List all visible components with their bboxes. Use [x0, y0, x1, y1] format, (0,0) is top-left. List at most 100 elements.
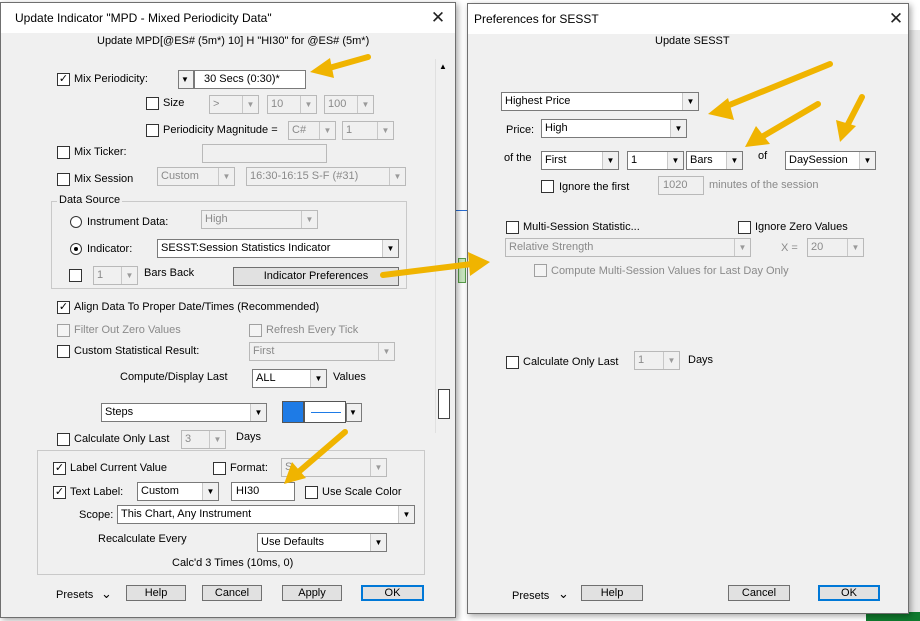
format-label: Format: [230, 462, 268, 474]
text-label-mode-select[interactable]: Custom ▼ [137, 482, 219, 501]
mix-periodicity-checkbox[interactable]: ✓ [57, 73, 70, 86]
session-value: DaySession [789, 154, 848, 166]
align-data-checkbox[interactable]: ✓ [57, 301, 70, 314]
data-source-legend: Data Source [57, 194, 123, 206]
statistic-select[interactable]: Highest Price ▼ [501, 92, 699, 111]
scope-select[interactable]: This Chart, Any Instrument ▼ [117, 505, 415, 524]
indicator-preferences-button[interactable]: Indicator Preferences [233, 267, 399, 286]
use-scale-color-label: Use Scale Color [322, 486, 402, 498]
line-color-swatch[interactable] [282, 401, 304, 423]
cancel-button[interactable]: Cancel [728, 585, 790, 601]
first-select[interactable]: First ▼ [541, 151, 619, 170]
custom-stat-select[interactable]: First ▼ [249, 342, 395, 361]
magnitude-unit-value: C# [292, 124, 307, 136]
compute-multi-checkbox[interactable] [534, 264, 547, 277]
chevron-down-icon: ▼ [847, 239, 863, 256]
mix-session-range-value: 16:30-16:15 S-F (#31) [250, 170, 359, 182]
filter-zero-checkbox[interactable] [57, 324, 70, 337]
chevron-down-icon: ▼ [301, 211, 317, 228]
mix-periodicity-label: Mix Periodicity: [74, 73, 148, 85]
scroll-thumb[interactable] [438, 389, 450, 419]
magnitude-unit-select[interactable]: C# ▼ [288, 121, 336, 140]
size-operator-select[interactable]: > ▼ [209, 95, 259, 114]
chevron-down-icon: ▼ [382, 240, 398, 257]
count-select[interactable]: 1 ▼ [627, 151, 684, 170]
chevron-down-icon: ▼ [377, 122, 393, 139]
relative-strength-select[interactable]: Relative Strength ▼ [505, 238, 751, 257]
unit-select[interactable]: Bars ▼ [686, 151, 743, 170]
presets-label[interactable]: Presets [56, 589, 93, 601]
instrument-data-label: Instrument Data: [87, 216, 169, 228]
format-checkbox[interactable] [213, 462, 226, 475]
mix-ticker-input[interactable] [202, 144, 327, 163]
instrument-data-select[interactable]: High ▼ [201, 210, 318, 229]
instrument-data-radio[interactable] [70, 216, 82, 228]
close-icon[interactable]: ✕ [426, 7, 450, 29]
label-current-checkbox[interactable]: ✓ [53, 462, 66, 475]
instrument-data-value: High [205, 213, 228, 225]
periodicity-magnitude-checkbox[interactable] [146, 124, 159, 137]
indicator-radio[interactable] [70, 243, 82, 255]
line-style-dropdown[interactable]: ▼ [346, 403, 362, 422]
mix-ticker-checkbox[interactable] [57, 146, 70, 159]
compute-display-select[interactable]: ALL ▼ [252, 369, 327, 388]
bars-back-label: Bars Back [144, 267, 195, 279]
text-label-input[interactable]: HI30 [231, 482, 295, 501]
bars-back-select[interactable]: 1 ▼ [93, 266, 138, 285]
ok-button[interactable]: OK [361, 585, 424, 601]
calc-only-last-select[interactable]: 1 ▼ [634, 351, 680, 370]
window-title: Preferences for SESST [474, 12, 599, 26]
ignore-zero-checkbox[interactable] [738, 221, 751, 234]
format-select[interactable]: S ▼ [281, 458, 387, 477]
multi-session-checkbox[interactable] [506, 221, 519, 234]
filter-zero-label: Filter Out Zero Values [74, 324, 181, 336]
update-indicator-dialog: Update Indicator "MPD - Mixed Periodicit… [0, 2, 456, 618]
mix-session-value: Custom [161, 170, 199, 182]
help-button[interactable]: Help [581, 585, 643, 601]
refresh-tick-checkbox[interactable] [249, 324, 262, 337]
apply-button[interactable]: Apply [282, 585, 342, 601]
indicator-select[interactable]: SESST:Session Statistics Indicator ▼ [157, 239, 399, 258]
text-label-checkbox[interactable]: ✓ [53, 486, 66, 499]
ignore-first-checkbox[interactable] [541, 180, 554, 193]
mix-session-range-select[interactable]: 16:30-16:15 S-F (#31) ▼ [246, 167, 406, 186]
relative-strength-value: Relative Strength [509, 241, 594, 253]
session-select[interactable]: DaySession ▼ [785, 151, 876, 170]
size-checkbox[interactable] [146, 97, 159, 110]
chevron-down-icon: ▼ [250, 404, 266, 421]
chevron-down-icon: ▼ [663, 352, 679, 369]
plot-style-select[interactable]: Steps ▼ [101, 403, 267, 422]
size-min-select[interactable]: 10 ▼ [267, 95, 317, 114]
x-value-select[interactable]: 20 ▼ [807, 238, 864, 257]
custom-stat-checkbox[interactable] [57, 345, 70, 358]
line-style-preview[interactable] [304, 401, 346, 423]
mix-periodicity-dropdown[interactable]: ▼ [178, 70, 194, 89]
size-min-value: 10 [271, 98, 284, 110]
magnitude-value-select[interactable]: 1 ▼ [342, 121, 394, 140]
presets-label[interactable]: Presets [512, 590, 549, 602]
chevron-down-icon[interactable]: ⌄ [558, 586, 569, 602]
bars-back-checkbox[interactable] [69, 269, 82, 282]
dialog-scrollbar[interactable]: ▲ [435, 59, 452, 433]
calc-only-last-checkbox[interactable] [506, 356, 519, 369]
help-button[interactable]: Help [126, 585, 186, 601]
chevron-up-icon[interactable]: ▲ [439, 62, 447, 71]
cancel-button[interactable]: Cancel [202, 585, 262, 601]
text-label-label: Text Label: [70, 486, 124, 498]
ok-button[interactable]: OK [818, 585, 880, 601]
ignore-first-label: Ignore the first [559, 181, 630, 193]
close-icon[interactable]: ✕ [884, 8, 908, 30]
size-max-select[interactable]: 100 ▼ [324, 95, 374, 114]
calc-only-last-select[interactable]: 3 ▼ [181, 430, 226, 449]
ignore-first-value: 1020 [663, 179, 688, 191]
recalculate-select[interactable]: Use Defaults ▼ [257, 533, 387, 552]
use-scale-color-checkbox[interactable] [305, 486, 318, 499]
price-select[interactable]: High ▼ [541, 119, 687, 138]
chevron-down-icon[interactable]: ⌄ [101, 586, 112, 602]
mix-periodicity-field[interactable]: 30 Secs (0:30)* [194, 70, 306, 89]
mix-session-select[interactable]: Custom ▼ [157, 167, 235, 186]
mix-session-checkbox[interactable] [57, 173, 70, 186]
calc-only-last-checkbox[interactable] [57, 433, 70, 446]
ignore-first-input[interactable]: 1020 [658, 176, 704, 195]
chevron-down-icon: ▼ [370, 534, 386, 551]
